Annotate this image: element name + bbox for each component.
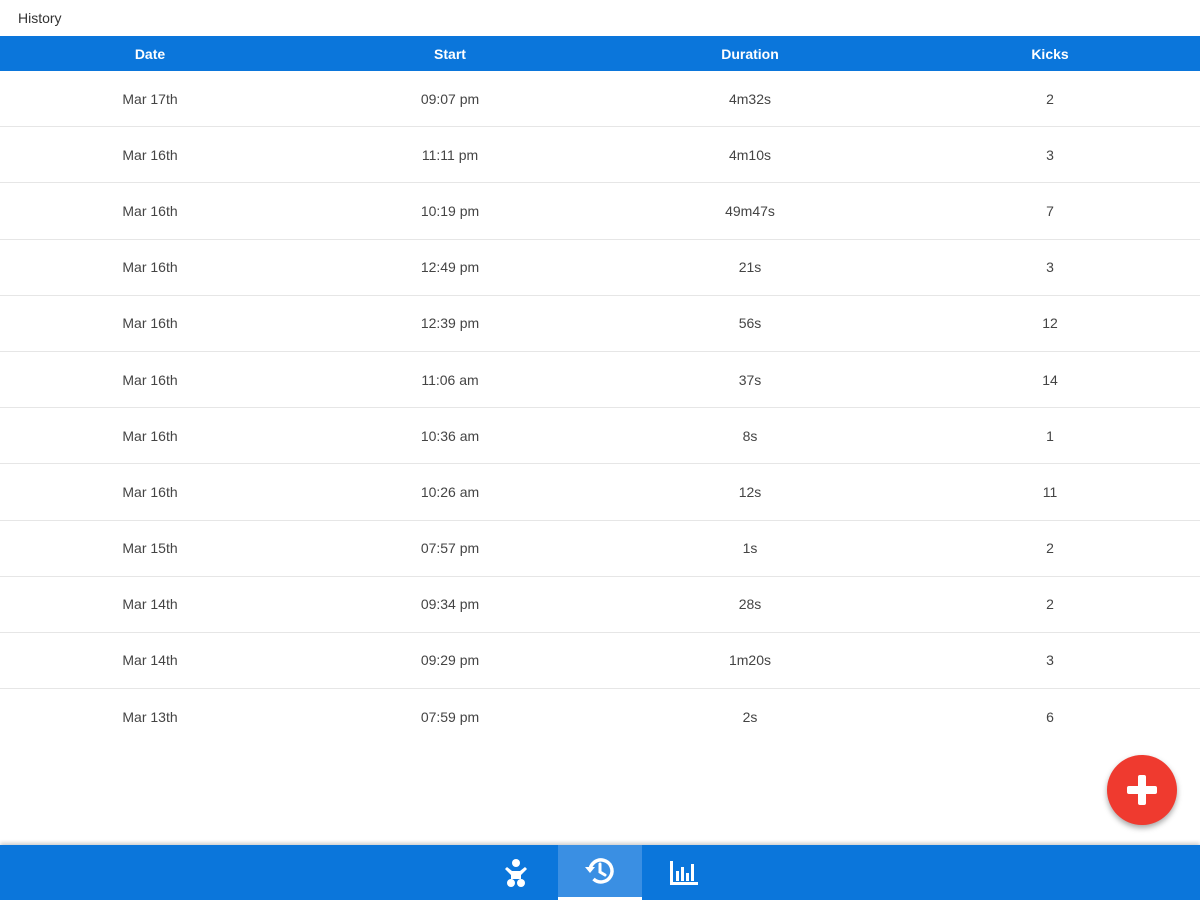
column-header-duration[interactable]: Duration xyxy=(600,46,900,62)
cell-kicks: 3 xyxy=(1046,652,1054,669)
table-row[interactable]: Mar 14th 09:29 pm 1m20s 3 xyxy=(0,633,1200,690)
column-header-date[interactable]: Date xyxy=(0,46,300,62)
column-header-kicks[interactable]: Kicks xyxy=(900,46,1200,62)
cell-duration: 49m47s xyxy=(725,202,775,219)
cell-date: Mar 16th xyxy=(122,483,178,500)
table-row[interactable]: Mar 15th 07:57 pm 1s 2 xyxy=(0,521,1200,577)
cell-date: Mar 14th xyxy=(122,652,178,669)
cell-date: Mar 16th xyxy=(122,202,178,219)
cell-start: 07:57 pm xyxy=(420,540,480,557)
cell-date: Mar 17th xyxy=(122,90,178,107)
cell-date: Mar 16th xyxy=(122,146,178,163)
cell-kicks: 2 xyxy=(1046,90,1054,107)
cell-duration: 56s xyxy=(738,315,762,332)
app-window: History Date Start Duration Kicks Mar 17… xyxy=(0,0,1200,900)
table-header: Date Start Duration Kicks xyxy=(0,36,1200,71)
cell-kicks: 14 xyxy=(1042,371,1058,388)
cell-start: 09:34 pm xyxy=(420,596,480,613)
cell-duration: 1m20s xyxy=(728,652,772,669)
history-icon xyxy=(585,858,614,884)
cell-start: 12:49 pm xyxy=(420,259,480,276)
cell-kicks: 2 xyxy=(1046,596,1054,613)
table-row[interactable]: Mar 14th 09:34 pm 28s 2 xyxy=(0,577,1200,633)
add-session-button[interactable] xyxy=(1107,755,1177,825)
column-header-start[interactable]: Start xyxy=(300,46,600,62)
window-title: History xyxy=(18,10,62,26)
cell-duration: 21s xyxy=(738,259,762,276)
cell-start: 10:26 am xyxy=(420,483,480,500)
cell-duration: 37s xyxy=(738,371,762,388)
cell-duration: 28s xyxy=(738,596,762,613)
table-row[interactable]: Mar 16th 11:11 pm 4m10s 3 xyxy=(0,127,1200,184)
tab-history[interactable] xyxy=(558,845,642,900)
cell-start: 07:59 pm xyxy=(420,709,480,726)
cell-start: 10:36 am xyxy=(420,427,480,444)
cell-kicks: 6 xyxy=(1046,709,1054,726)
cell-duration: 2s xyxy=(742,709,758,726)
table-row[interactable]: Mar 16th 10:36 am 8s 1 xyxy=(0,408,1200,465)
cell-duration: 4m32s xyxy=(728,90,772,107)
tab-kick-counter[interactable] xyxy=(474,845,558,900)
table-row[interactable]: Mar 16th 12:49 pm 21s 3 xyxy=(0,240,1200,296)
table-row[interactable]: Mar 16th 10:19 pm 49m47s 7 xyxy=(0,183,1200,240)
cell-date: Mar 15th xyxy=(122,540,178,557)
cell-kicks: 2 xyxy=(1046,540,1054,557)
cell-start: 12:39 pm xyxy=(420,315,480,332)
cell-start: 11:11 pm xyxy=(421,146,479,163)
cell-start: 09:07 pm xyxy=(420,90,480,107)
cell-date: Mar 16th xyxy=(122,259,178,276)
plus-icon xyxy=(1127,775,1157,805)
table-row[interactable]: Mar 17th 09:07 pm 4m32s 2 xyxy=(0,71,1200,128)
table-row[interactable]: Mar 16th 10:26 am 12s 11 xyxy=(0,464,1200,521)
table-row[interactable]: Mar 16th 12:39 pm 56s 12 xyxy=(0,296,1200,352)
history-table: Mar 17th 09:07 pm 4m32s 2 Mar 16th 11:11 pm 4m… xyxy=(0,71,1200,745)
cell-date: Mar 16th xyxy=(122,371,178,388)
cell-date: Mar 16th xyxy=(122,315,178,332)
cell-kicks: 12 xyxy=(1042,315,1058,332)
table-row[interactable]: Mar 13th 07:59 pm 2s 6 xyxy=(0,689,1200,745)
cell-duration: 1s xyxy=(742,540,758,557)
cell-kicks: 1 xyxy=(1046,427,1054,444)
tab-statistics[interactable] xyxy=(642,845,726,900)
cell-kicks: 11 xyxy=(1042,483,1058,500)
cell-date: Mar 13th xyxy=(122,709,178,726)
bottom-navigation xyxy=(0,845,1200,900)
cell-start: 10:19 pm xyxy=(420,202,480,219)
cell-duration: 12s xyxy=(738,483,762,500)
baby-icon xyxy=(505,858,527,887)
cell-start: 09:29 pm xyxy=(420,652,480,669)
cell-date: Mar 16th xyxy=(122,427,178,444)
cell-duration: 4m10s xyxy=(728,146,772,163)
cell-kicks: 7 xyxy=(1046,202,1054,219)
cell-start: 11:06 am xyxy=(421,371,479,388)
cell-date: Mar 14th xyxy=(122,596,178,613)
table-row[interactable]: Mar 16th 11:06 am 37s 14 xyxy=(0,352,1200,409)
bar-chart-icon xyxy=(670,860,698,885)
cell-kicks: 3 xyxy=(1046,259,1054,276)
cell-kicks: 3 xyxy=(1046,146,1054,163)
cell-duration: 8s xyxy=(742,427,758,444)
